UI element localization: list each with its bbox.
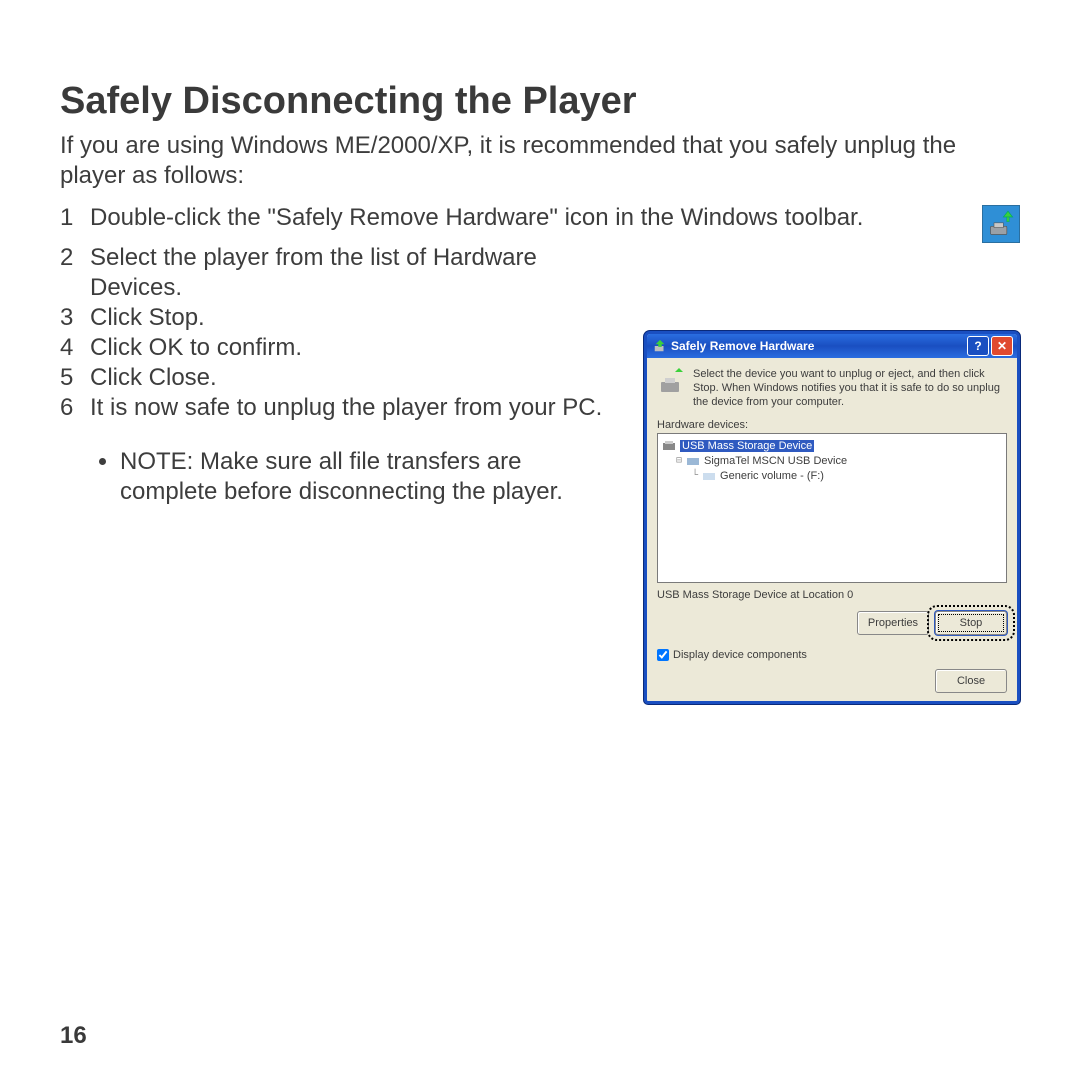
dialog-title-icon xyxy=(653,339,667,353)
device-tree[interactable]: USB Mass Storage Device ⊟ SigmaTel MSCN … xyxy=(657,433,1007,583)
step-4: Click OK to confirm. xyxy=(60,333,624,363)
tree-root-item[interactable]: USB Mass Storage Device xyxy=(680,440,814,452)
volume-icon xyxy=(702,470,716,482)
help-button[interactable]: ? xyxy=(967,336,989,356)
display-components-checkbox[interactable]: Display device components xyxy=(657,649,1007,661)
disk-device-icon xyxy=(686,455,700,467)
hardware-devices-label: Hardware devices: xyxy=(657,419,1007,431)
dialog-title-text: Safely Remove Hardware xyxy=(671,339,814,353)
intro-text: If you are using Windows ME/2000/XP, it … xyxy=(60,131,1020,191)
step-3: Click Stop. xyxy=(60,303,624,333)
note-text: NOTE: Make sure all file transfers are c… xyxy=(120,447,624,507)
page-number: 16 xyxy=(60,1022,87,1050)
tree-child-item[interactable]: SigmaTel MSCN USB Device xyxy=(704,455,847,467)
dialog-titlebar[interactable]: Safely Remove Hardware ? ✕ xyxy=(647,334,1017,358)
display-components-checkbox-input[interactable] xyxy=(657,649,669,661)
tree-expander-icon[interactable]: ⊟ xyxy=(676,455,682,466)
step-5: Click Close. xyxy=(60,363,624,393)
display-components-label: Display device components xyxy=(673,649,807,661)
tree-grandchild-item[interactable]: Generic volume - (F:) xyxy=(720,470,824,482)
dialog-hint-text: Select the device you want to unplug or … xyxy=(693,368,1007,409)
close-button[interactable]: Close xyxy=(935,669,1007,693)
status-text: USB Mass Storage Device at Location 0 xyxy=(657,589,1007,605)
properties-button[interactable]: Properties xyxy=(857,611,929,635)
close-x-button[interactable]: ✕ xyxy=(991,336,1013,356)
page-title: Safely Disconnecting the Player xyxy=(60,80,1020,123)
dialog-hint-icon xyxy=(657,368,685,409)
usb-device-icon xyxy=(662,440,676,452)
stop-button[interactable]: Stop xyxy=(935,611,1007,635)
step-2: Select the player from the list of Hardw… xyxy=(60,243,624,303)
step-6: It is now safe to unplug the player from… xyxy=(60,393,624,423)
step-1: Double-click the "Safely Remove Hardware… xyxy=(60,203,970,233)
safely-remove-tray-icon xyxy=(982,205,1020,243)
safely-remove-dialog: Safely Remove Hardware ? ✕ Select the de… xyxy=(644,331,1020,704)
